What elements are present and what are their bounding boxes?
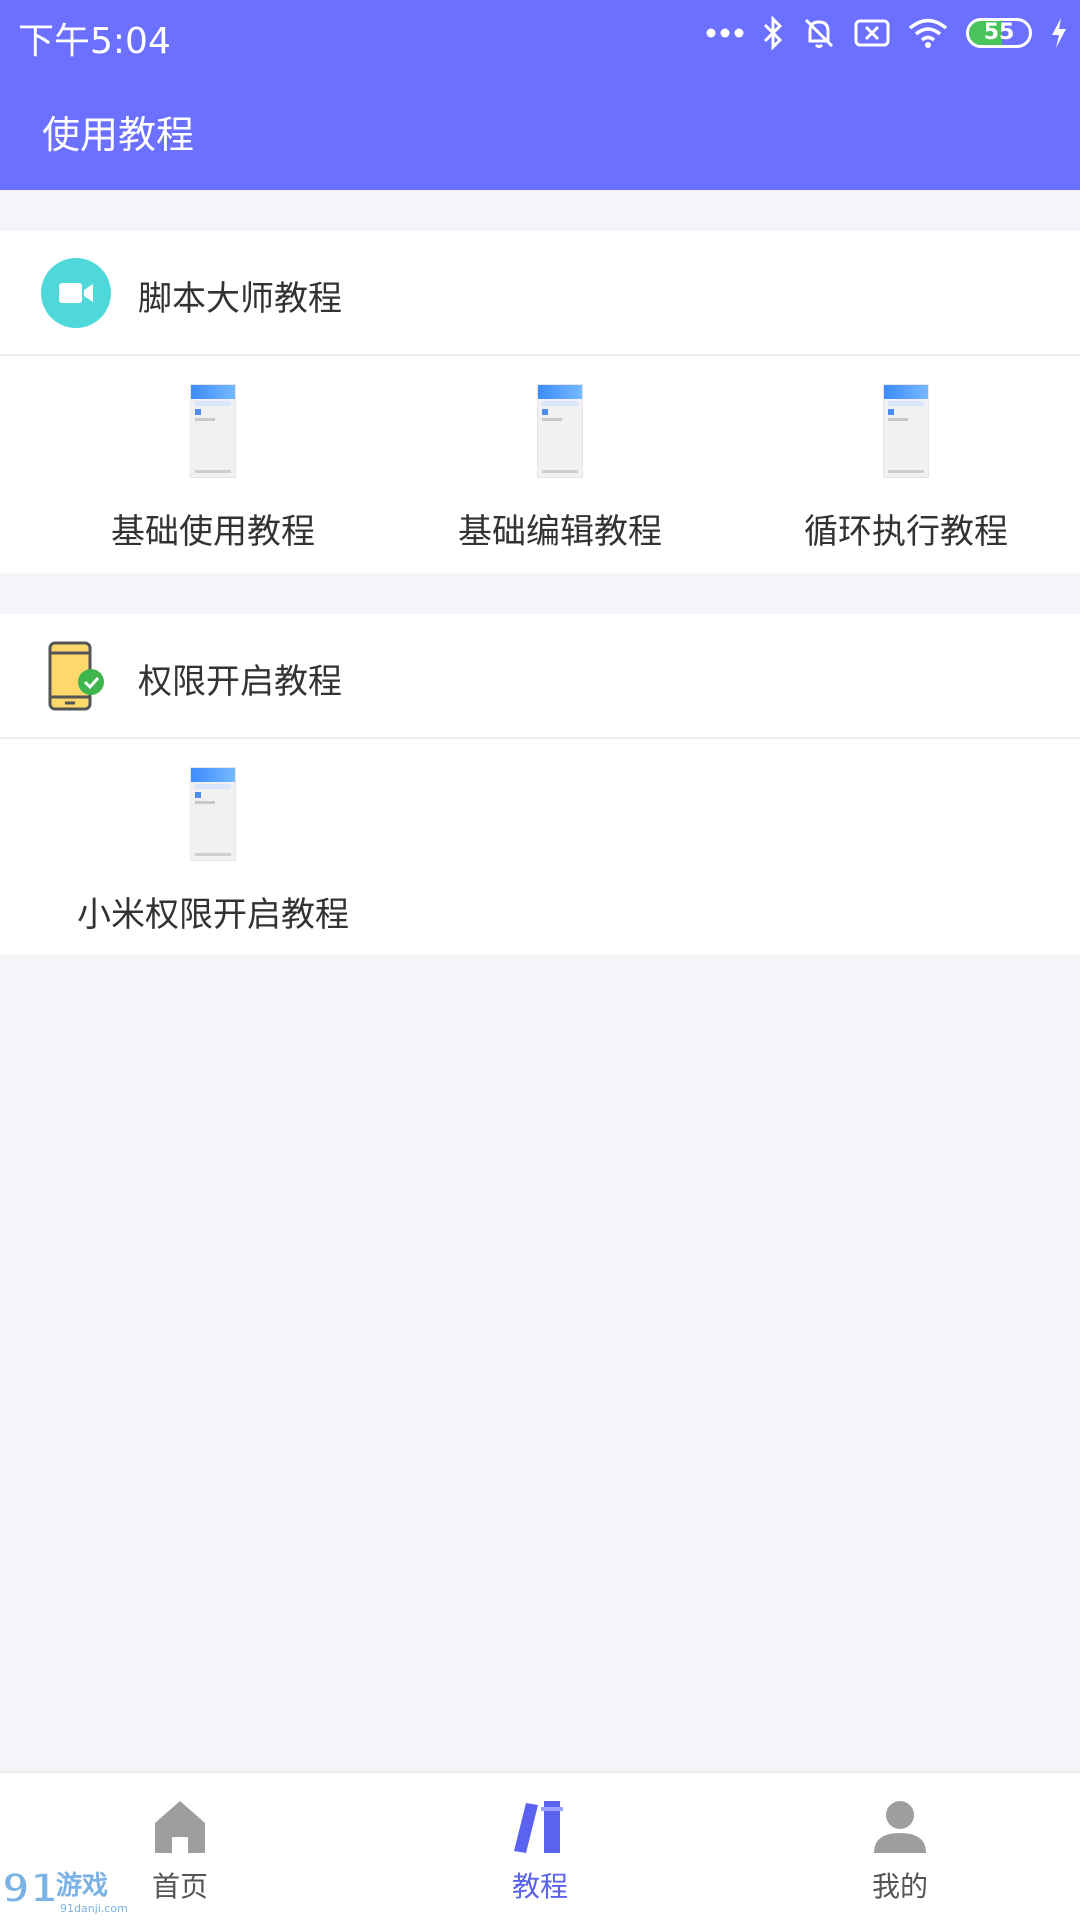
watermark-logo: 91 游戏 91danji.com [0,1858,140,1918]
nav-label: 教程 [511,1870,568,1903]
bluetooth-icon [762,16,784,50]
tutorial-label: 小米权限开启教程 [77,895,349,935]
status-icons: 55 [706,10,1068,56]
section-title: 脚本大师教程 [138,279,342,319]
books-icon [510,1799,570,1855]
tutorial-item-xiaomi-permissions[interactable]: 小米权限开启教程 [40,739,386,954]
tutorial-label: 基础使用教程 [111,512,315,552]
video-camera-icon [41,258,111,328]
bottom-nav: 首页 教程 我的 [0,1771,1080,1920]
tutorial-thumbnail [883,384,929,478]
page-title: 使用教程 [42,113,195,157]
tutorial-label: 循环执行教程 [804,512,1008,552]
screen: 下午5:04 55 使用教程 脚本大师教程 基础使用教程 基础编辑教程 循环执行… [0,0,1080,1920]
tutorial-thumbnail [190,384,236,478]
tutorial-list: 基础使用教程 基础编辑教程 循环执行教程 [0,356,1080,571]
battery-text: 55 [983,20,1015,45]
wifi-icon [908,17,948,49]
tutorial-thumbnail [537,384,583,478]
svg-text:91: 91 [2,1866,58,1912]
section-header: 脚本大师教程 [0,231,1080,356]
section-header: 权限开启教程 [0,614,1080,739]
nav-label: 我的 [871,1870,928,1903]
nav-tutorials[interactable]: 教程 [360,1773,720,1920]
app-bar: 下午5:04 55 使用教程 [0,0,1080,190]
svg-text:91danji.com: 91danji.com [60,1902,128,1915]
charging-icon [1050,17,1068,49]
nav-profile[interactable]: 我的 [720,1773,1080,1920]
svg-text:游戏: 游戏 [56,1871,108,1901]
tutorial-item-basic-usage[interactable]: 基础使用教程 [40,356,386,571]
person-icon [870,1799,930,1855]
section-permissions: 权限开启教程 小米权限开启教程 [0,614,1080,955]
status-time: 下午5:04 [18,21,171,62]
section-title: 权限开启教程 [138,662,342,702]
bell-muted-icon [802,16,836,50]
tutorial-item-basic-editing[interactable]: 基础编辑教程 [387,356,733,571]
home-icon [150,1799,210,1855]
sim-icon [854,19,890,47]
tutorial-item-loop-execution[interactable]: 循环执行教程 [733,356,1079,571]
tutorial-label: 基础编辑教程 [458,512,662,552]
tutorial-list: 小米权限开启教程 [0,739,1080,954]
tutorial-thumbnail [190,767,236,861]
status-bar: 下午5:04 55 [0,0,1080,66]
more-icon [706,28,744,38]
phone-check-icon [41,641,111,711]
battery-icon: 55 [966,18,1032,48]
section-script-master: 脚本大师教程 基础使用教程 基础编辑教程 循环执行教程 [0,231,1080,573]
